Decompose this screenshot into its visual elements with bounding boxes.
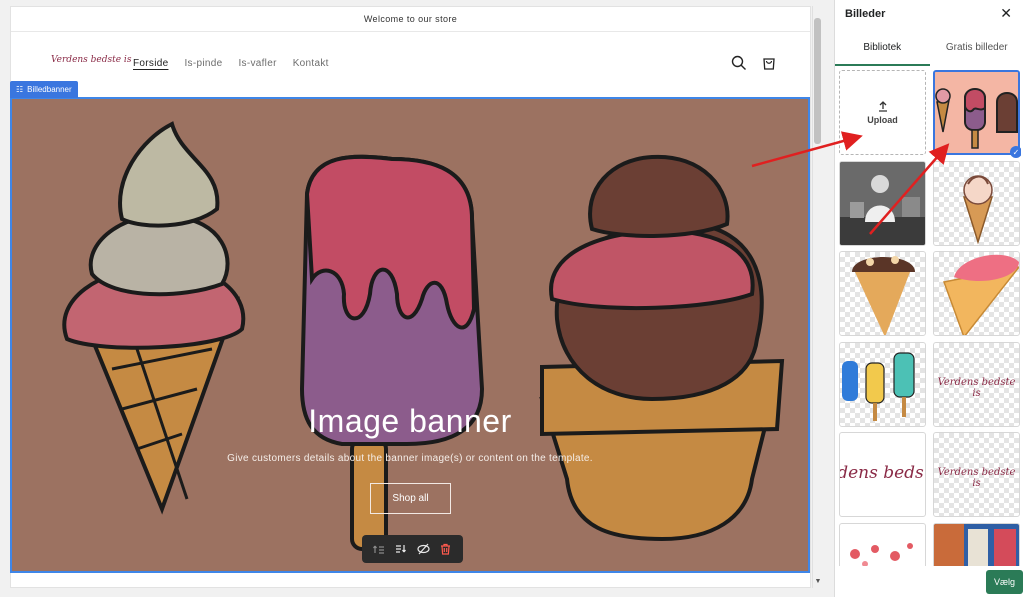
- section-label-image-banner[interactable]: ☷ Billedbanner: [10, 81, 78, 98]
- nav-link-forside[interactable]: Forside: [133, 58, 168, 69]
- scroll-down-arrow-icon[interactable]: ▼: [814, 578, 822, 586]
- panel-header: Billeder ✕: [835, 0, 1024, 27]
- image-thumb-logo[interactable]: Verdens bedste is: [933, 432, 1020, 517]
- cart-icon[interactable]: [761, 55, 777, 71]
- nav-link-is-pinde[interactable]: Is-pinde: [184, 58, 222, 69]
- upload-button[interactable]: Upload: [839, 70, 926, 155]
- selected-check-icon: ✓: [1010, 146, 1021, 158]
- image-library-grid: Upload ✓ Verdens bedste is dens beds Ver…: [839, 70, 1021, 566]
- image-thumb[interactable]: [839, 523, 926, 566]
- upload-label: Upload: [867, 115, 898, 125]
- image-banner[interactable]: Image banner Give customers details abou…: [10, 97, 810, 573]
- screen: Welcome to our store Verdens bedste is F…: [0, 0, 1024, 597]
- panel-title: Billeder: [845, 7, 886, 20]
- images-panel: Billeder ✕ Bibliotek Gratis billeder Upl…: [834, 0, 1024, 597]
- store-header: Verdens bedste is Forside Is-pinde Is-va…: [11, 33, 810, 93]
- search-icon[interactable]: [731, 55, 747, 71]
- image-thumb-logo[interactable]: Verdens bedste is: [933, 342, 1020, 427]
- thumb-logo-text: Verdens bedste is: [937, 467, 1016, 489]
- image-thumb[interactable]: [933, 523, 1020, 566]
- section-toolbar: [362, 535, 463, 563]
- banner-text: Image banner Give customers details abou…: [12, 403, 808, 464]
- select-button[interactable]: Vælg: [986, 570, 1023, 594]
- nav-link-kontakt[interactable]: Kontakt: [293, 58, 329, 69]
- image-thumb[interactable]: [933, 161, 1020, 246]
- preview-scrollbar[interactable]: ▼: [812, 6, 822, 588]
- image-thumb-logo[interactable]: dens beds: [839, 432, 926, 517]
- scrollbar-thumb[interactable]: [814, 18, 821, 144]
- banner-subtitle: Give customers details about the banner …: [227, 453, 593, 464]
- panel-tabs: Bibliotek Gratis billeder: [835, 36, 1024, 66]
- shop-all-button[interactable]: Shop all: [370, 483, 451, 514]
- grid-icon: ☷: [16, 85, 24, 94]
- image-thumb[interactable]: [933, 251, 1020, 336]
- image-thumb[interactable]: [839, 342, 926, 427]
- announcement-bar: Welcome to our store: [11, 7, 810, 32]
- upload-icon: [878, 101, 887, 112]
- close-icon[interactable]: ✕: [1000, 5, 1012, 22]
- main-nav: Forside Is-pinde Is-vafler Kontakt: [133, 58, 329, 69]
- banner-title: Image banner: [308, 403, 512, 439]
- store-logo[interactable]: Verdens bedste is: [51, 55, 131, 65]
- thumb-logo-text-large: dens beds: [839, 463, 924, 483]
- delete-icon[interactable]: [437, 540, 455, 558]
- move-up-icon[interactable]: [370, 540, 388, 558]
- move-down-icon[interactable]: [392, 540, 410, 558]
- tab-gratis-billeder[interactable]: Gratis billeder: [930, 36, 1024, 66]
- tab-bibliotek[interactable]: Bibliotek: [835, 36, 930, 66]
- image-thumb-selected[interactable]: [933, 70, 1020, 155]
- image-thumb[interactable]: [839, 251, 926, 336]
- image-thumb[interactable]: [839, 161, 926, 246]
- section-label-text: Billedbanner: [27, 85, 72, 94]
- nav-link-is-vafler[interactable]: Is-vafler: [238, 58, 276, 69]
- thumb-logo-text: Verdens bedste is: [937, 377, 1016, 399]
- hide-icon[interactable]: [415, 540, 433, 558]
